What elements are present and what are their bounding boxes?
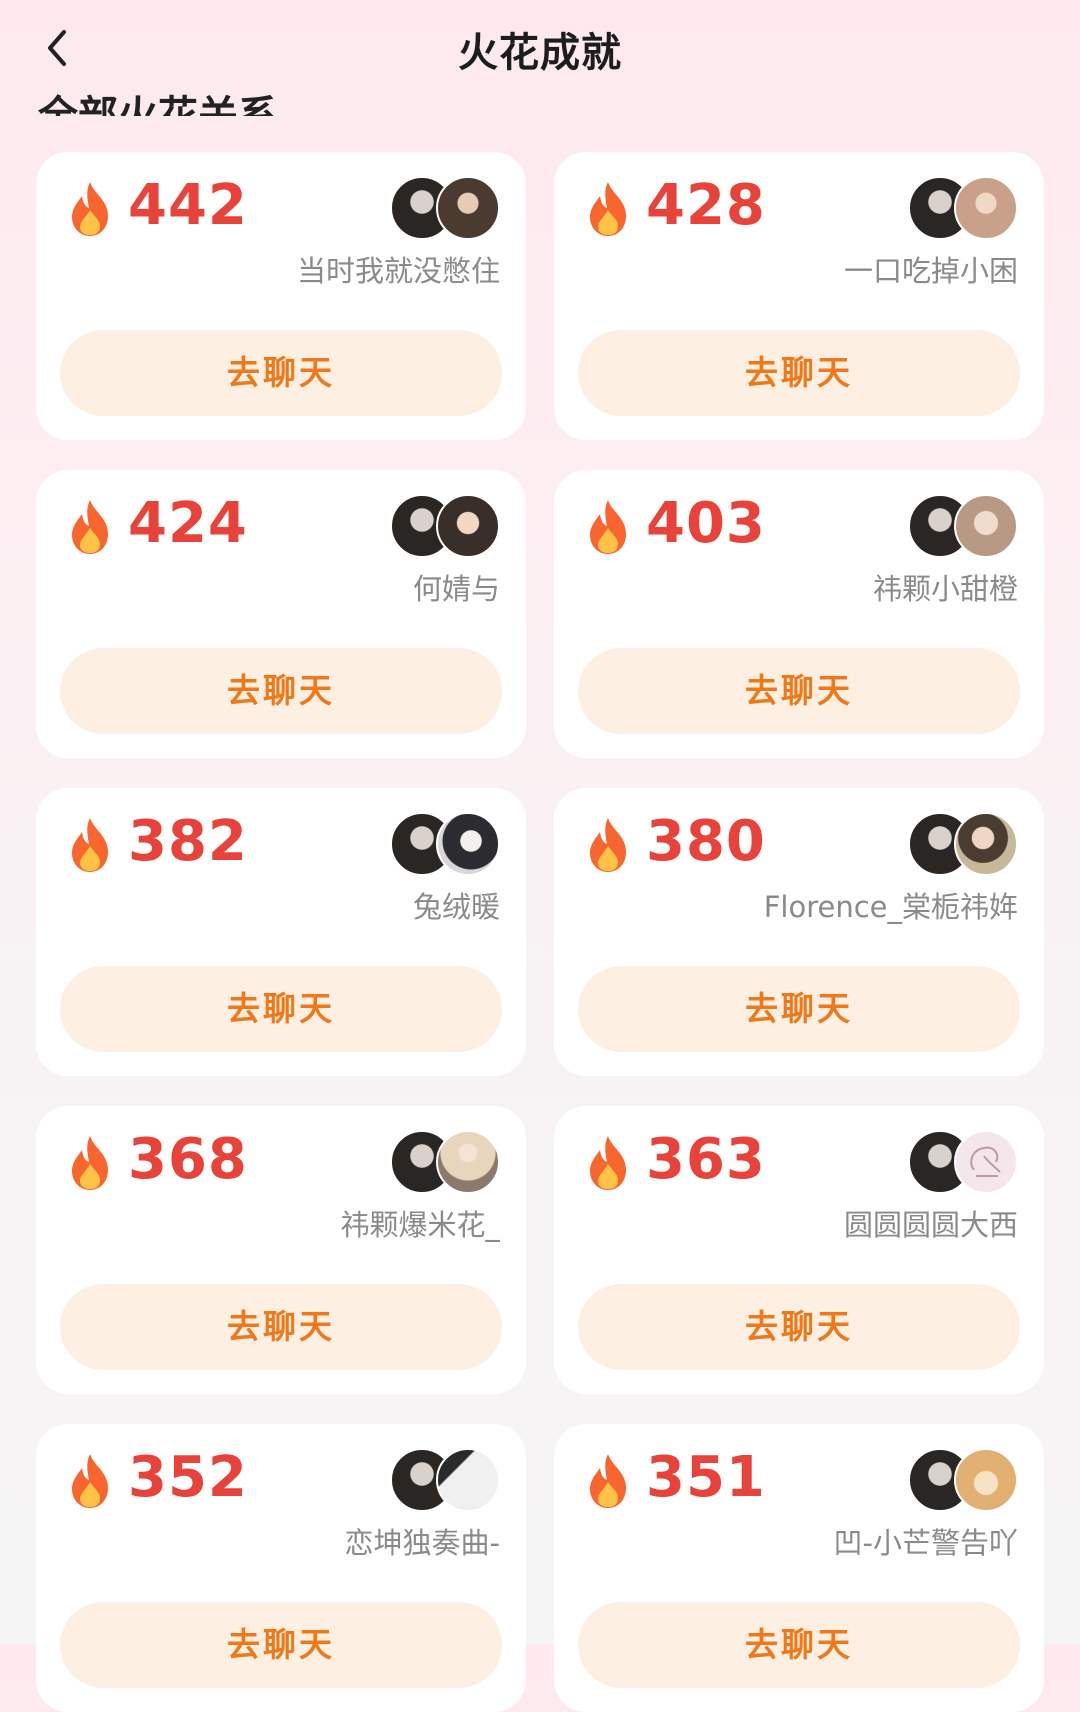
spark-count: 368 — [128, 1127, 248, 1192]
spark-count: 382 — [128, 809, 248, 874]
avatar-pair — [390, 812, 500, 876]
friend-avatar[interactable] — [436, 176, 500, 240]
spark-count: 352 — [128, 1445, 248, 1510]
spark-count: 403 — [646, 491, 766, 556]
spark-count: 351 — [646, 1445, 766, 1510]
go-chat-button[interactable]: 去聊天 — [60, 648, 502, 734]
spark-card: 368 祎颗爆米花_ 去聊天 — [36, 1106, 526, 1394]
go-chat-button[interactable]: 去聊天 — [60, 966, 502, 1052]
friend-name: 何婧与 — [412, 572, 500, 606]
friend-name: Florence_棠栀祎姩 — [763, 890, 1018, 924]
friend-avatar[interactable] — [954, 1130, 1018, 1194]
friend-name: 一口吃掉小困 — [843, 254, 1018, 288]
friend-name: 圆圆圆圆大西 — [843, 1208, 1018, 1242]
top-bar: 火花成就 — [0, 0, 1080, 100]
spark-count: 424 — [128, 491, 248, 556]
spark-count: 363 — [646, 1127, 766, 1192]
friend-name: 凹-小芒警告吖 — [833, 1526, 1018, 1560]
friend-name: 兔绒暖 — [412, 890, 500, 924]
flame-icon — [590, 1454, 626, 1508]
avatar-pair — [390, 1130, 500, 1194]
flame-icon — [590, 182, 626, 236]
go-chat-button[interactable]: 去聊天 — [578, 330, 1020, 416]
spark-card: 382 兔绒暖 去聊天 — [36, 788, 526, 1076]
avatar-pair — [908, 494, 1018, 558]
flame-icon — [72, 818, 108, 872]
avatar-pair — [390, 494, 500, 558]
go-chat-button[interactable]: 去聊天 — [60, 330, 502, 416]
spark-card: 352 恋坤独奏曲- 去聊天 — [36, 1424, 526, 1712]
spark-card: 403 祎颗小甜橙 去聊天 — [554, 470, 1044, 758]
friend-name: 恋坤独奏曲- — [344, 1526, 500, 1560]
flame-icon — [590, 818, 626, 872]
avatar-pair — [908, 1130, 1018, 1194]
flame-icon — [72, 1136, 108, 1190]
spark-count: 442 — [128, 173, 248, 238]
spark-card: 380 Florence_棠栀祎姩 去聊天 — [554, 788, 1044, 1076]
flame-icon — [590, 500, 626, 554]
avatar-pair — [908, 812, 1018, 876]
friend-avatar[interactable] — [436, 1448, 500, 1512]
sketch-illustration — [970, 1146, 1001, 1177]
spark-card: 363 圆圆圆圆大西 去聊天 — [554, 1106, 1044, 1394]
avatar-pair — [390, 176, 500, 240]
friend-avatar[interactable] — [436, 494, 500, 558]
friend-name: 当时我就没憋住 — [296, 254, 500, 288]
friend-avatar[interactable] — [954, 176, 1018, 240]
go-chat-button[interactable]: 去聊天 — [60, 1602, 502, 1688]
friend-avatar[interactable] — [954, 812, 1018, 876]
spark-card: 351 凹-小芒警告吖 去聊天 — [554, 1424, 1044, 1712]
friend-name: 祎颗爆米花_ — [340, 1208, 500, 1242]
spark-card: 424 何婧与 去聊天 — [36, 470, 526, 758]
avatar-pair — [908, 1448, 1018, 1512]
page-title: 火花成就 — [458, 30, 622, 76]
go-chat-button[interactable]: 去聊天 — [578, 648, 1020, 734]
friend-avatar[interactable] — [436, 1130, 500, 1194]
friend-avatar[interactable] — [954, 494, 1018, 558]
flame-icon — [72, 182, 108, 236]
spark-count: 428 — [646, 173, 766, 238]
go-chat-button[interactable]: 去聊天 — [578, 966, 1020, 1052]
avatar-pair — [390, 1448, 500, 1512]
go-chat-button[interactable]: 去聊天 — [60, 1284, 502, 1370]
go-chat-button[interactable]: 去聊天 — [578, 1284, 1020, 1370]
avatar-pair — [908, 176, 1018, 240]
friend-avatar[interactable] — [954, 1448, 1018, 1512]
spark-card: 428 一口吃掉小困 去聊天 — [554, 152, 1044, 440]
spark-count: 380 — [646, 809, 766, 874]
go-chat-button[interactable]: 去聊天 — [578, 1602, 1020, 1688]
friend-avatar[interactable] — [436, 812, 500, 876]
flame-icon — [72, 1454, 108, 1508]
friend-name: 祎颗小甜橙 — [872, 572, 1018, 606]
spark-card: 442 当时我就没憋住 去聊天 — [36, 152, 526, 440]
flame-icon — [590, 1136, 626, 1190]
flame-icon — [72, 500, 108, 554]
